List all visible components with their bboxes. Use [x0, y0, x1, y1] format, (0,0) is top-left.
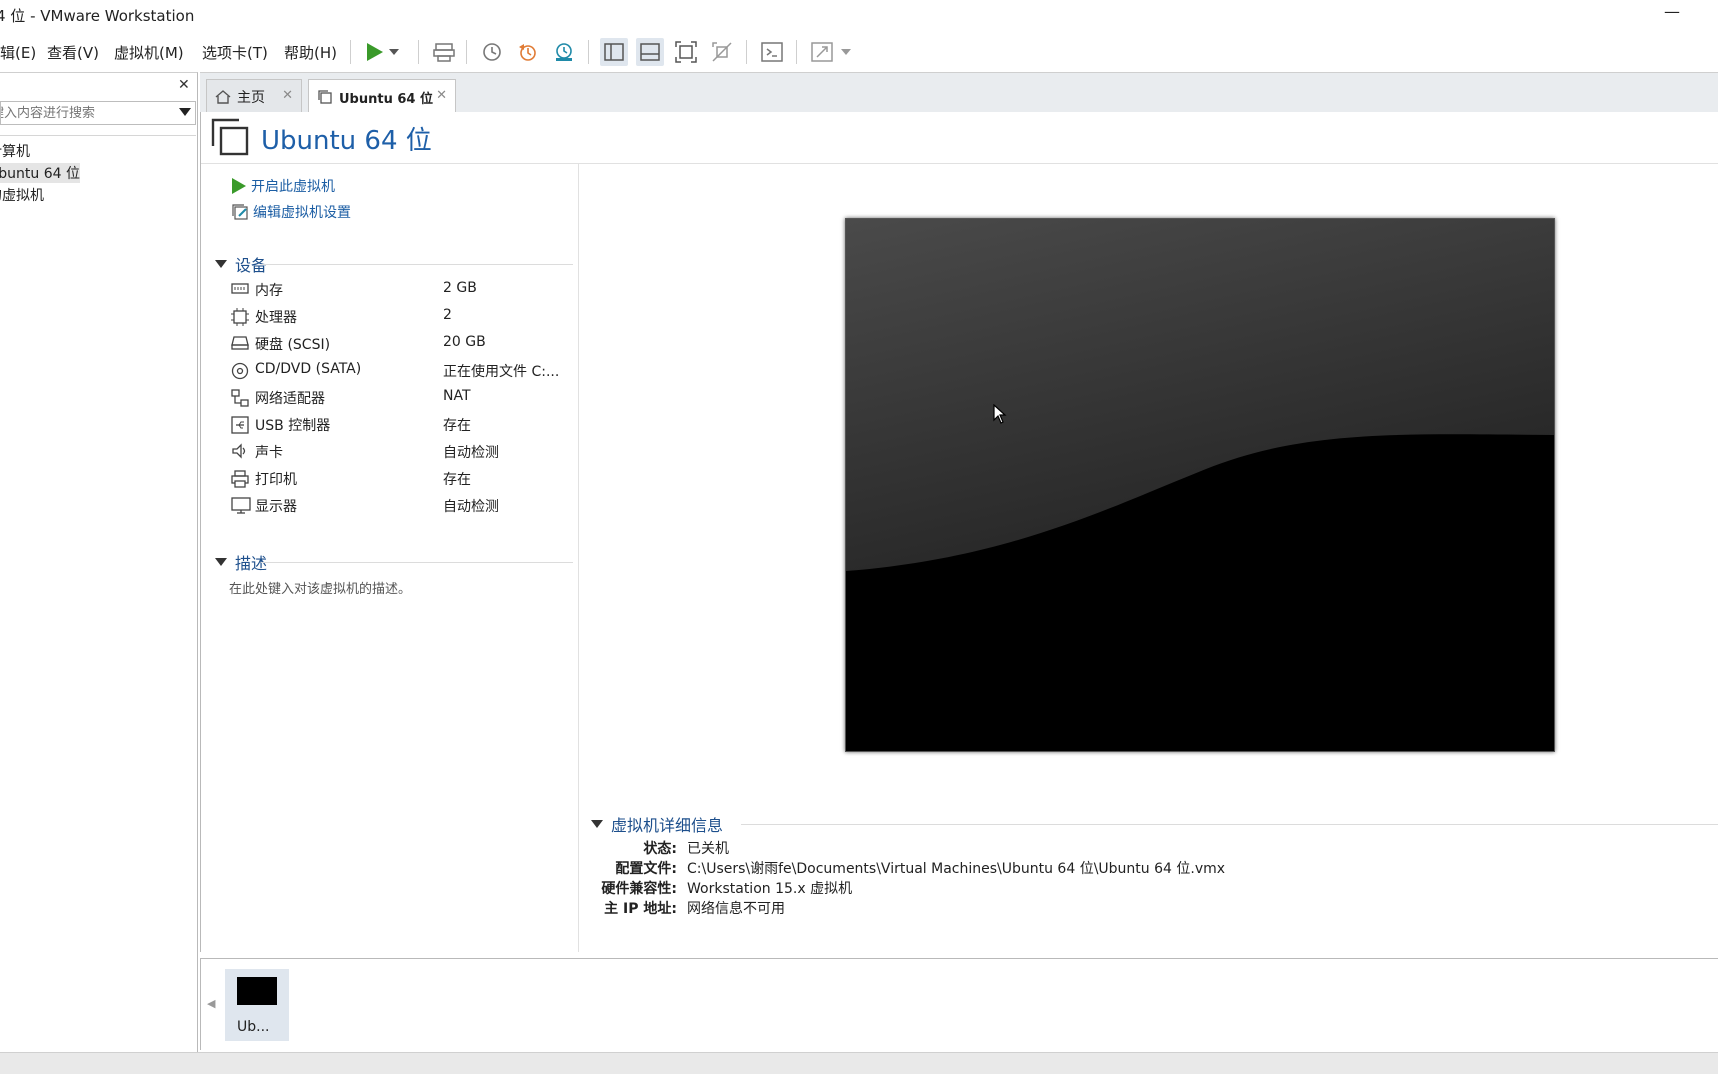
device-row-printer[interactable]: 打印机 存在: [231, 467, 571, 489]
collapse-arrow-icon: [591, 820, 603, 828]
play-icon[interactable]: [360, 38, 388, 66]
show-thumbnail-bar-icon[interactable]: [636, 38, 664, 66]
divider: [741, 824, 1718, 825]
unity-icon[interactable]: [708, 38, 736, 66]
snapshot-manager-icon[interactable]: [550, 38, 578, 66]
menu-edit[interactable]: 辑(E): [0, 42, 36, 63]
detail-row-hardware-compat: 硬件兼容性: Workstation 15.x 虚拟机: [601, 881, 853, 897]
device-row-hard-disk[interactable]: 硬盘 (SCSI) 20 GB: [231, 332, 571, 354]
thumbnail-screen: [237, 977, 277, 1005]
device-row-processor[interactable]: 处理器 2: [231, 305, 571, 327]
usb-icon: [231, 416, 249, 434]
snapshot-take-icon[interactable]: [478, 38, 506, 66]
vm-summary-page: Ubuntu 64 位 开启此虚拟机 编辑虚拟机设置 设备 内存 2 GB 处理…: [200, 112, 1718, 952]
tab-home[interactable]: 主页 ✕: [206, 79, 302, 113]
dropdown-icon[interactable]: [386, 38, 402, 66]
memory-icon: [231, 283, 249, 294]
details-section-header[interactable]: 虚拟机详细信息: [591, 812, 723, 836]
network-adapter-icon: [231, 389, 249, 407]
collapse-arrow-icon: [215, 260, 227, 268]
tab-strip: 主页 ✕ Ubuntu 64 位 ✕: [200, 72, 1718, 114]
power-on-link[interactable]: 开启此虚拟机: [231, 176, 335, 196]
home-icon: [215, 89, 231, 104]
description-field[interactable]: 在此处键入对该虚拟机的描述。: [229, 578, 411, 597]
library-search-input[interactable]: [1, 104, 171, 122]
divider: [0, 135, 196, 136]
snapshot-revert-icon[interactable]: [514, 38, 542, 66]
divider: [261, 264, 573, 265]
tab-close-icon[interactable]: ✕: [282, 88, 293, 103]
device-row-network[interactable]: 网络适配器 NAT: [231, 386, 571, 408]
toolbar-separator: [418, 40, 419, 64]
menu-vm[interactable]: 虚拟机(M): [114, 42, 184, 63]
edit-settings-icon: [231, 203, 249, 221]
scroll-left-icon[interactable]: ◀: [207, 997, 215, 1010]
minimize-button[interactable]: —: [1660, 2, 1684, 26]
edit-settings-link[interactable]: 编辑虚拟机设置: [231, 202, 351, 222]
vm-thumbnail[interactable]: Ub...: [225, 969, 289, 1041]
detail-row-ip-address: 主 IP 地址: 网络信息不可用: [604, 901, 785, 917]
display-icon: [231, 497, 251, 514]
vm-icon: [318, 90, 332, 104]
cd-dvd-icon: [231, 362, 249, 380]
thumbnail-bar: ◀ Ub...: [200, 958, 1718, 1050]
stretch-dropdown-icon[interactable]: [838, 38, 854, 66]
divider: [261, 562, 573, 563]
device-row-usb[interactable]: USB 控制器 存在: [231, 413, 571, 435]
play-icon: [231, 178, 247, 194]
tree-item-my-computer[interactable]: 计算机: [0, 141, 30, 161]
cpu-icon: [231, 308, 249, 326]
menu-view[interactable]: 查看(V): [47, 42, 99, 63]
menu-bar: 辑(E) 查看(V) 虚拟机(M) 选项卡(T) 帮助(H): [0, 32, 1718, 72]
page-title: Ubuntu 64 位: [261, 126, 432, 156]
toolbar-separator: [796, 40, 797, 64]
detail-row-state: 状态: 已关机: [643, 841, 729, 857]
status-bar: [0, 1052, 1718, 1074]
hard-disk-icon: [231, 336, 249, 350]
device-row-display[interactable]: 显示器 自动检测: [231, 494, 571, 516]
show-library-icon[interactable]: [600, 38, 628, 66]
title-bar: 4 位 - VMware Workstation —: [0, 0, 1718, 28]
device-row-memory[interactable]: 内存 2 GB: [231, 278, 571, 300]
tab-close-icon[interactable]: ✕: [436, 88, 447, 103]
device-row-cd-dvd[interactable]: CD/DVD (SATA) 正在使用文件 C:...: [231, 359, 571, 381]
vm-header: Ubuntu 64 位: [201, 112, 1718, 164]
description-section-header[interactable]: 描述: [215, 550, 267, 574]
toolbar-separator: [350, 40, 351, 64]
library-search[interactable]: [0, 101, 196, 125]
sound-icon: [232, 443, 246, 459]
vm-screen-preview[interactable]: [845, 218, 1555, 752]
console-icon[interactable]: [758, 38, 786, 66]
toolbar-separator: [746, 40, 747, 64]
devices-section-header[interactable]: 设备: [215, 252, 267, 276]
menu-help[interactable]: 帮助(H): [284, 42, 337, 63]
detail-row-config-file: 配置文件: C:\Users\谢雨fe\Documents\Virtual Ma…: [615, 861, 1226, 877]
printer-icon: [231, 470, 249, 488]
mouse-cursor-icon: [993, 404, 1007, 424]
send-ctrl-alt-del-icon[interactable]: [430, 38, 458, 66]
full-screen-icon[interactable]: [672, 38, 700, 66]
menu-tabs[interactable]: 选项卡(T): [202, 42, 268, 63]
toolbar-separator: [588, 40, 589, 64]
vm-info-panel: 开启此虚拟机 编辑虚拟机设置 设备 内存 2 GB 处理器 2 硬盘 (SCSI…: [201, 164, 579, 952]
vm-preview-image: [846, 219, 1554, 751]
device-row-sound[interactable]: 声卡 自动检测: [231, 440, 571, 462]
vm-large-icon: [211, 118, 249, 156]
window-title: 4 位 - VMware Workstation: [0, 7, 195, 25]
tree-item-shared-vms[interactable]: 的虚拟机: [0, 185, 44, 205]
collapse-arrow-icon: [215, 558, 227, 566]
library-panel: ✕ 计算机 Ubuntu 64 位 的虚拟机: [0, 72, 198, 1052]
tree-item-ubuntu[interactable]: Ubuntu 64 位: [0, 163, 80, 183]
search-dropdown-icon[interactable]: [179, 108, 191, 116]
tab-ubuntu[interactable]: Ubuntu 64 位 ✕: [308, 79, 456, 114]
library-close-icon[interactable]: ✕: [178, 77, 190, 93]
stretch-icon[interactable]: [808, 38, 836, 66]
toolbar-separator: [466, 40, 467, 64]
